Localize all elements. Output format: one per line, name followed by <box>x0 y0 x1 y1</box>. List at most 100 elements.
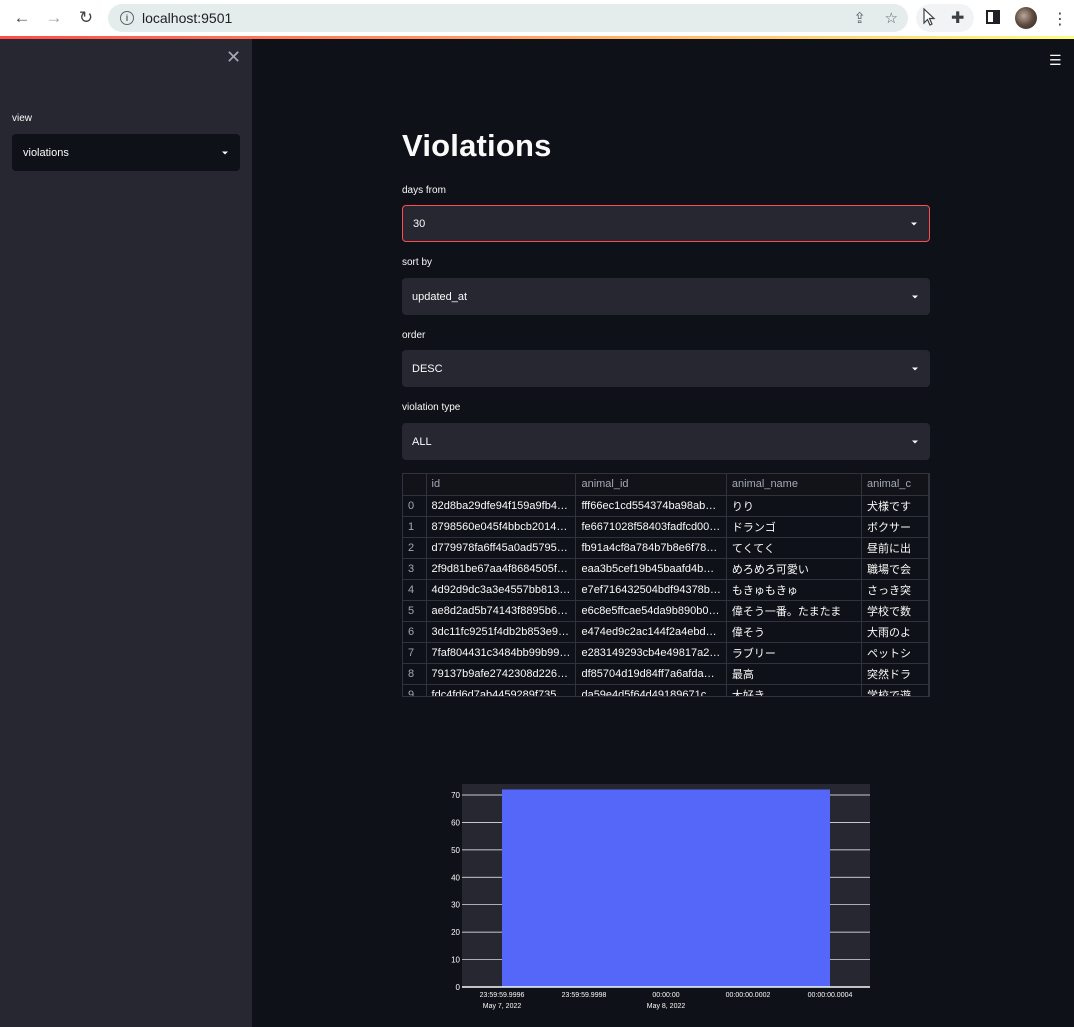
table-cell[interactable]: 職場で会 <box>861 558 929 580</box>
table-cell[interactable]: 学校で数 <box>861 600 929 622</box>
table-cell[interactable]: 3dc11fc9251f4db2b853e9… <box>426 621 577 643</box>
table-cell[interactable]: 犬様です <box>861 495 929 517</box>
row-index-cell[interactable]: 2 <box>403 537 427 559</box>
table-cell[interactable]: 昼前に出 <box>861 537 929 559</box>
column-header-index[interactable] <box>403 474 427 496</box>
table-cell[interactable]: 学校で遊 <box>861 684 929 696</box>
violation-type-value: ALL <box>412 435 432 448</box>
table-cell[interactable]: 2f9d81be67aa4f8684505f… <box>426 558 577 580</box>
table-cell[interactable]: e7ef716432504bdf94378b… <box>575 579 727 601</box>
table-cell[interactable]: 偉そう <box>726 621 862 643</box>
column-header-animal-id[interactable]: animal_id <box>575 474 727 496</box>
violation-type-select[interactable]: ALL <box>402 423 930 460</box>
days-from-select[interactable]: 30 <box>402 205 930 242</box>
y-tick-label: 60 <box>451 818 460 827</box>
y-tick-label: 50 <box>451 846 460 855</box>
column-header-id[interactable]: id <box>426 474 577 496</box>
row-index-cell[interactable]: 7 <box>403 642 427 664</box>
profile-avatar[interactable] <box>1015 7 1037 29</box>
table-cell[interactable]: fb91a4cf8a784b7b8e6f78… <box>575 537 727 559</box>
table-cell[interactable]: りり <box>726 495 862 517</box>
table-cell[interactable]: てくてく <box>726 537 862 559</box>
view-select-value: violations <box>23 146 69 159</box>
table-cell[interactable]: 大雨のよ <box>861 621 929 643</box>
sort-by-value: updated_at <box>412 290 468 303</box>
violations-table[interactable]: id animal_id animal_name animal_c 0 82d8b… <box>402 473 930 697</box>
table-cell[interactable]: ペットシ <box>861 642 929 664</box>
side-panel-icon[interactable] <box>986 10 1000 24</box>
sort-by-label: sort by <box>402 257 433 268</box>
table-row[interactable]: 3 2f9d81be67aa4f8684505f… eaa3b5cef19b45ba… <box>403 558 929 580</box>
table-row[interactable]: 4 4d92d9dc3a3e4557bb813… e7ef716432504bdf9… <box>403 579 929 601</box>
table-row[interactable]: 1 8798560e045f4bbcb2014… fe6671028f58403fa… <box>403 516 929 538</box>
table-cell[interactable]: ae8d2ad5b74143f8895b6… <box>426 600 577 622</box>
table-cell[interactable]: ラブリー <box>726 642 862 664</box>
sort-by-select[interactable]: updated_at <box>402 278 930 315</box>
y-tick-label: 0 <box>456 983 461 992</box>
table-cell[interactable]: もきゅもきゅ <box>726 579 862 601</box>
row-index-cell[interactable]: 4 <box>403 579 427 601</box>
table-cell[interactable]: fff66ec1cd554374ba98ab… <box>575 495 727 517</box>
x-tick-label: 23:59:59.9998 <box>562 992 607 999</box>
table-cell[interactable]: e6c8e5ffcae54da9b890b0… <box>575 600 727 622</box>
table-row[interactable]: 7 7faf804431c3484bb99b99… e283149293cb4e49… <box>403 642 929 664</box>
table-cell[interactable]: fe6671028f58403fadfcd00… <box>575 516 727 538</box>
bookmark-star-icon[interactable]: ☆ <box>885 9 898 27</box>
table-row[interactable]: 5 ae8d2ad5b74143f8895b6… e6c8e5ffcae54da9b… <box>403 600 929 622</box>
table-row[interactable]: 2 d779978fa6ff45a0ad5795… fb91a4cf8a784b7b… <box>403 537 929 559</box>
table-cell[interactable]: 偉そう一番。たまたま <box>726 600 862 622</box>
table-cell[interactable]: df85704d19d84ff7a6afda… <box>575 663 727 685</box>
table-cell[interactable]: 突然ドラ <box>861 663 929 685</box>
row-index-cell[interactable]: 0 <box>403 495 427 517</box>
column-header-animal-c[interactable]: animal_c <box>861 474 929 496</box>
order-select[interactable]: DESC <box>402 350 930 387</box>
row-index-cell[interactable]: 5 <box>403 600 427 622</box>
violations-bar-chart: 0 10 20 30 40 50 60 70 23:59:59.9996 May 7, 2022 2… <box>451 784 870 1010</box>
row-index-cell[interactable]: 3 <box>403 558 427 580</box>
table-cell[interactable]: 4d92d9dc3a3e4557bb813… <box>426 579 577 601</box>
table-row[interactable]: 8 79137b9afe2742308d226… df85704d19d84ff7a… <box>403 663 929 685</box>
y-tick-label: 20 <box>451 928 460 937</box>
forward-icon[interactable]: → <box>38 0 70 36</box>
table-cell[interactable]: めろめろ可愛い <box>726 558 862 580</box>
address-bar[interactable]: i localhost:9501 ⇪ ☆ <box>108 4 908 32</box>
table-body: 0 82d8ba29dfe94f159a9fb4… fff66ec1cd554374… <box>403 495 929 696</box>
table-cell[interactable]: 7faf804431c3484bb99b99… <box>426 642 577 664</box>
row-index-cell[interactable]: 6 <box>403 621 427 643</box>
table-cell[interactable]: ボクサー <box>861 516 929 538</box>
table-cell[interactable]: 82d8ba29dfe94f159a9fb4… <box>426 495 577 517</box>
table-cell[interactable]: さっき突 <box>861 579 929 601</box>
browser-menu-icon[interactable]: ⋮ <box>1052 9 1068 29</box>
column-header-animal-name[interactable]: animal_name <box>726 474 862 496</box>
main-menu-icon[interactable]: ☰ <box>1049 52 1062 69</box>
table-cell[interactable]: 大好き <box>726 684 862 696</box>
table-row[interactable]: 9 fdc4fd6d7ab4459289f735… da59e4d5f64d4918… <box>403 684 929 696</box>
table-cell[interactable]: fdc4fd6d7ab4459289f735… <box>426 684 577 696</box>
chevron-down-icon <box>912 295 918 298</box>
table-cell[interactable]: 79137b9afe2742308d226… <box>426 663 577 685</box>
table-cell[interactable]: e474ed9c2ac144f2a4ebd… <box>575 621 727 643</box>
table-cell[interactable]: ドランゴ <box>726 516 862 538</box>
order-label: order <box>402 330 426 341</box>
row-index-cell[interactable]: 1 <box>403 516 427 538</box>
table-row[interactable]: 6 3dc11fc9251f4db2b853e9… e474ed9c2ac144f2… <box>403 621 929 643</box>
table-cell[interactable]: eaa3b5cef19b45baafd4b… <box>575 558 727 580</box>
site-info-icon[interactable]: i <box>120 11 134 25</box>
table-cell[interactable]: d779978fa6ff45a0ad5795… <box>426 537 577 559</box>
row-index-cell[interactable]: 9 <box>403 684 427 696</box>
view-select[interactable]: violations <box>12 134 240 171</box>
extensions-puzzle-icon[interactable]: ✚ <box>951 8 964 28</box>
reload-icon[interactable]: ↻ <box>70 0 102 36</box>
table-row[interactable]: 0 82d8ba29dfe94f159a9fb4… fff66ec1cd554374… <box>403 495 929 517</box>
back-icon[interactable]: ← <box>6 0 38 36</box>
table-cell[interactable]: 8798560e045f4bbcb2014… <box>426 516 577 538</box>
x-tick-label: 00:00:00.0002 <box>726 992 771 999</box>
table-cell[interactable]: da59e4d5f64d49189671c… <box>575 684 727 696</box>
table-cell[interactable]: e283149293cb4e49817a2… <box>575 642 727 664</box>
close-sidebar-icon[interactable]: ✕ <box>226 47 241 68</box>
cursor-extension-icon[interactable] <box>922 8 936 26</box>
share-icon[interactable]: ⇪ <box>853 9 866 27</box>
url-text: localhost:9501 <box>142 10 233 26</box>
table-cell[interactable]: 最高 <box>726 663 862 685</box>
row-index-cell[interactable]: 8 <box>403 663 427 685</box>
